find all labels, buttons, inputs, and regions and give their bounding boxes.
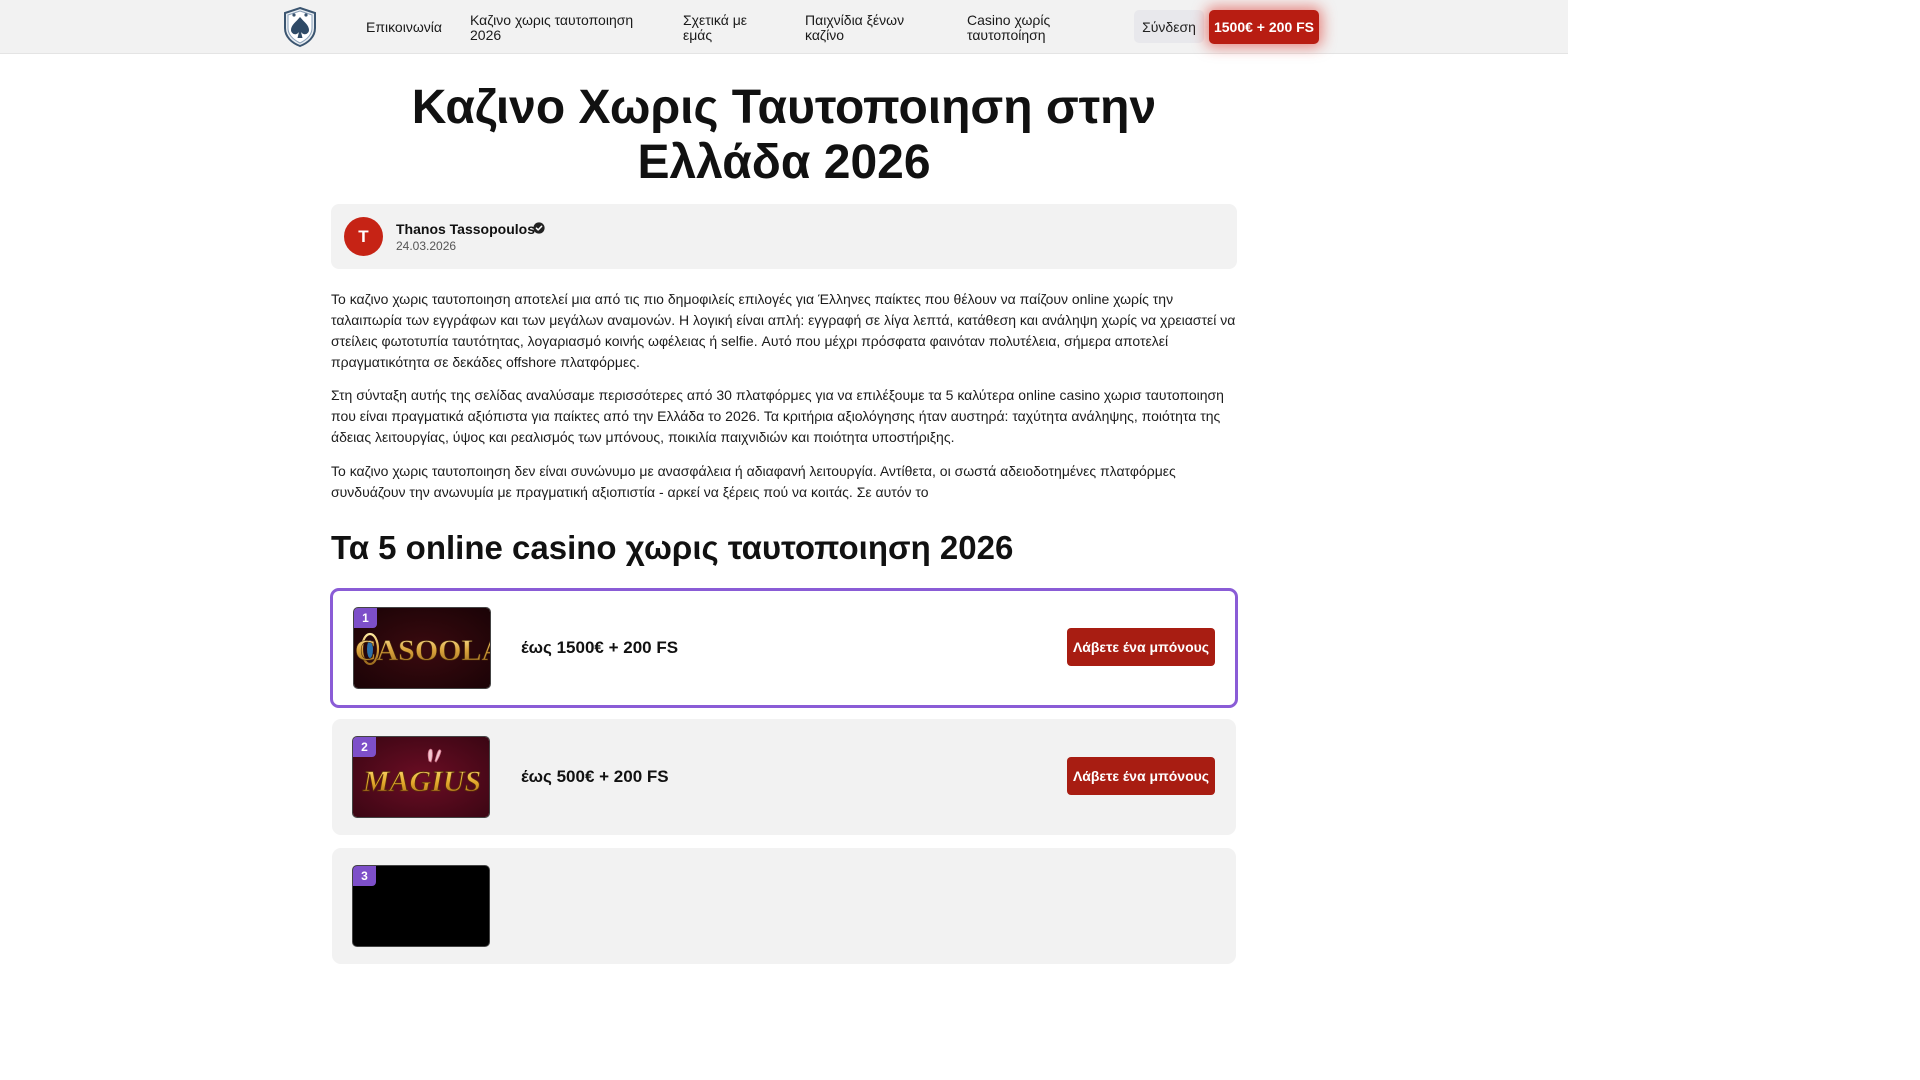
nav-link-casino-no-verification[interactable]: Casino χωρίς ταυτοποίηση [967, 13, 1077, 43]
login-button[interactable]: Σύνδεση [1134, 10, 1204, 43]
casino-card-magius: 2 MAGIUS έως 500€ + 200 FS Λάβετε ένα μπ… [332, 719, 1236, 835]
author-avatar: T [344, 217, 383, 256]
publish-date: 24.03.2026 [396, 239, 457, 253]
nav-link-no-kyc-casino-2026[interactable]: Καζινο χωρις ταυτοποιηση 2026 [470, 13, 650, 43]
author-card: T Thanos Tassopoulos 24.03.2026 [331, 204, 1237, 269]
intro-paragraph-3: Το καζινο χωρις ταυτοποιηση δεν είναι συ… [331, 463, 1176, 500]
nav-link-about-us[interactable]: Σχετικά με εμάς [683, 13, 773, 43]
svg-text:CASOOLA: CASOOLA [355, 634, 491, 667]
rank-badge: 1 [354, 608, 377, 628]
rank-badge: 3 [353, 866, 376, 886]
page-title: Καζινο Χωρις Ταυτοποιηση στην Ελλάδα 202… [411, 81, 1157, 189]
casino-card-3: 3 [332, 848, 1236, 964]
intro-paragraph-2: Στη σύνταξη αυτής της σελίδας αναλύσαμε … [331, 387, 1224, 445]
verified-badge-icon [533, 222, 545, 234]
casino-card-casoola: 1 CASOOLA έως 1500€ + 200 FS Λάβετε ένα … [330, 588, 1238, 708]
casino-bonus-text: έως 500€ + 200 FS [521, 767, 669, 786]
claim-bonus-button[interactable]: Λάβετε ένα μπόνους [1067, 628, 1215, 666]
nav-link-foreign-casino-games[interactable]: Παιχνίδια ξένων καζίνο [805, 13, 935, 43]
svg-text:MAGIUS: MAGIUS [362, 765, 481, 798]
header-bonus-button[interactable]: 1500€ + 200 FS [1209, 10, 1319, 44]
rank-badge: 2 [353, 737, 376, 757]
casino-logo-casoola[interactable]: 1 CASOOLA [353, 607, 491, 689]
casino-logo-3[interactable]: 3 [352, 865, 490, 947]
intro-paragraph-1: Το καζινο χωρις ταυτοποιηση αποτελεί μια… [331, 291, 1236, 370]
casino-logo-magius[interactable]: 2 MAGIUS [352, 736, 490, 818]
shield-spade-logo-icon[interactable] [280, 6, 320, 48]
author-name: Thanos Tassopoulos [396, 221, 535, 237]
casino-list-heading: Τα 5 online casino χωρις ταυτοποιηση 202… [331, 529, 1014, 566]
top-navigation-bar: Επικοινωνία Καζινο χωρις ταυτοποιηση 202… [0, 0, 1568, 54]
nav-link-contact[interactable]: Επικοινωνία [366, 20, 442, 35]
claim-bonus-button[interactable]: Λάβετε ένα μπόνους [1067, 757, 1215, 795]
casino-bonus-text: έως 1500€ + 200 FS [521, 638, 679, 657]
